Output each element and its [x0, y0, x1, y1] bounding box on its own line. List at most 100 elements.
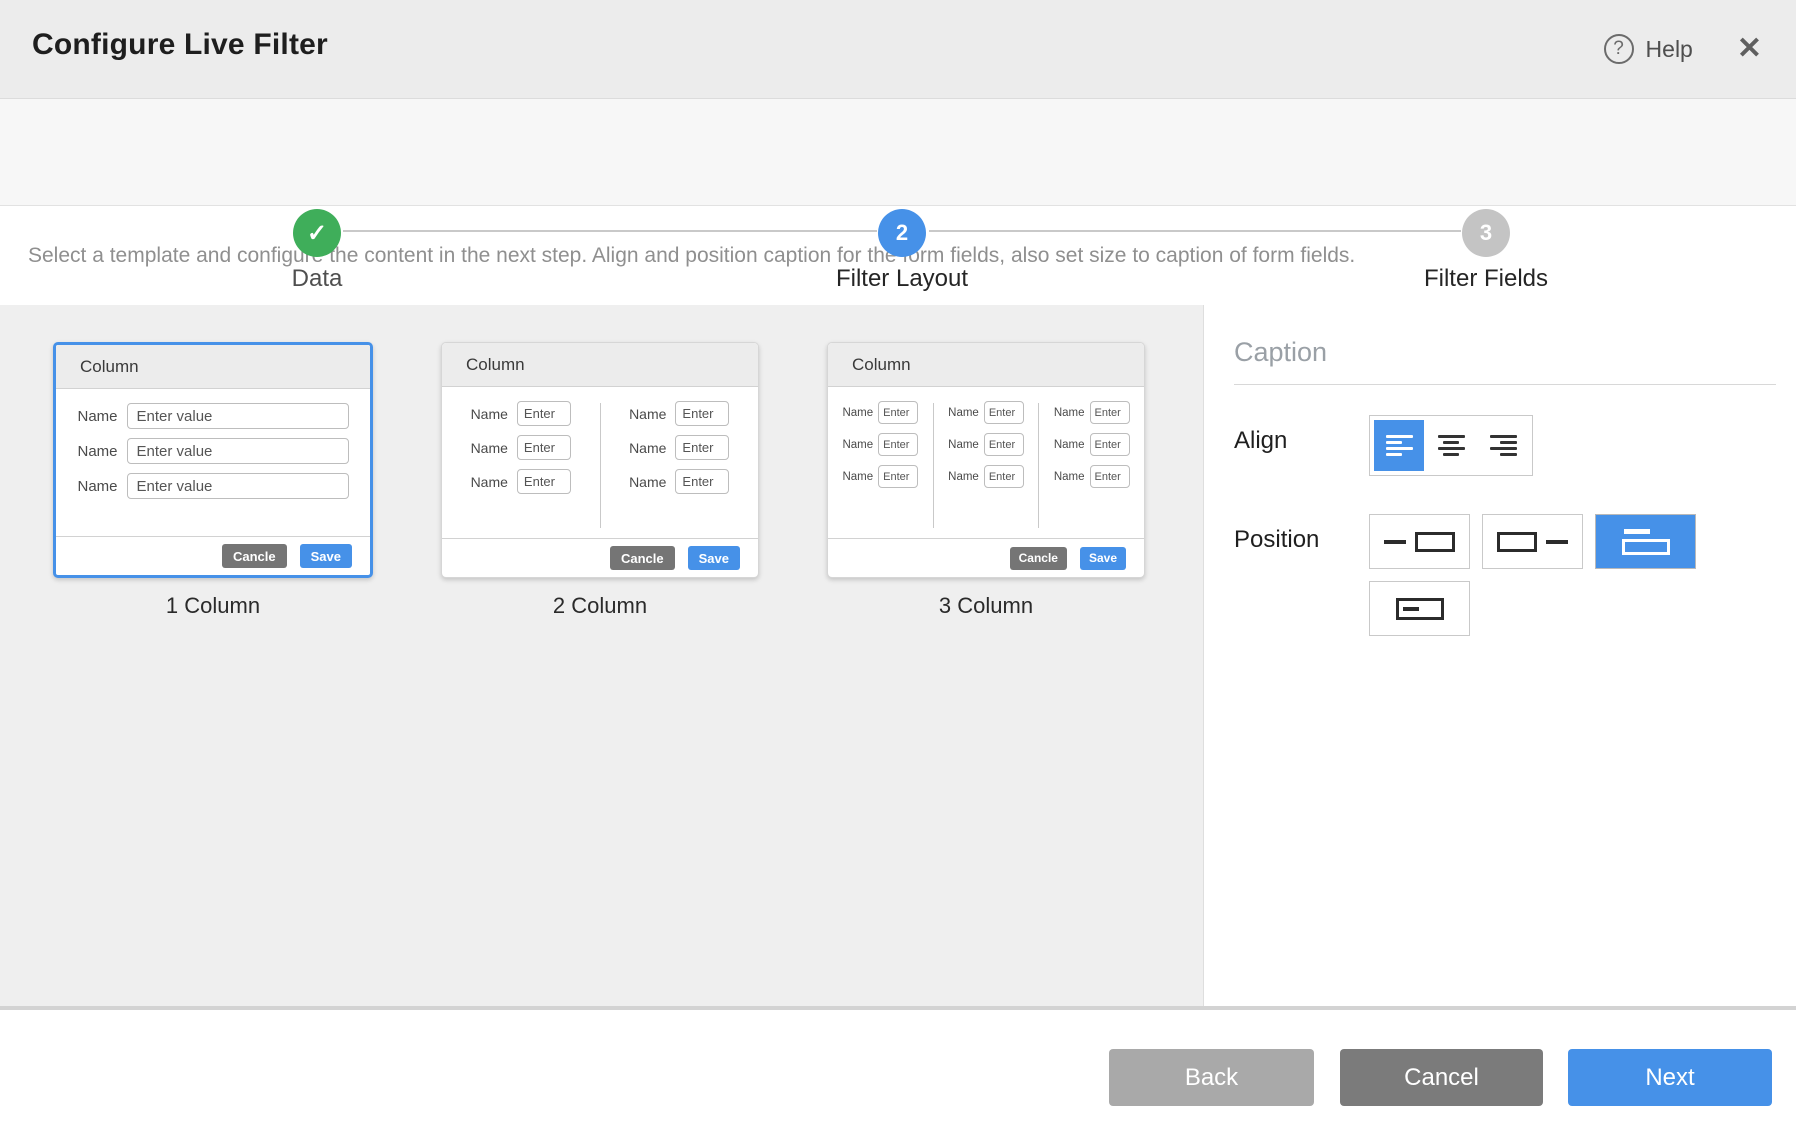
mini-input-preview: Enter [1090, 433, 1130, 456]
mini-input-preview: Enter [878, 401, 918, 424]
mini-input-preview: Enter [517, 435, 571, 460]
mini-input-preview: Enter [517, 401, 571, 426]
mini-save-button: Save [300, 544, 352, 568]
align-center-button[interactable] [1426, 420, 1476, 471]
mini-card-header: Column [828, 343, 1144, 387]
mini-field-label: Name [948, 471, 979, 483]
step-filter-layout-label: Filter Layout [836, 265, 968, 293]
position-caption-left-button[interactable] [1369, 514, 1470, 569]
layout-selection-area: Column Name Enter value Name Enter value… [0, 305, 1796, 1006]
mini-card-footer: Cancle Save [56, 536, 370, 575]
template-label-1-column: 1 Column [166, 593, 260, 619]
help-button[interactable]: ? Help [1604, 34, 1693, 64]
mini-card-header: Column [56, 345, 370, 389]
mini-cancel-button: Cancle [610, 546, 675, 570]
mini-field-label: Name [77, 408, 117, 425]
template-card-1-column[interactable]: Column Name Enter value Name Enter value… [53, 342, 373, 578]
dialog-header: Configure Live Filter ? Help ✕ [0, 0, 1796, 98]
caption-settings-panel: Caption Align Position [1203, 305, 1796, 1006]
mini-input-preview: Enter [984, 401, 1024, 424]
step-description: Select a template and configure the cont… [28, 244, 1355, 268]
check-icon: ✓ [307, 219, 327, 248]
next-button[interactable]: Next [1568, 1049, 1772, 1106]
panel-divider [1234, 384, 1776, 385]
template-label-3-column: 3 Column [939, 593, 1033, 619]
mini-field-label: Name [842, 407, 873, 419]
mini-field-label: Name [629, 406, 666, 422]
caption-inside-field-icon [1396, 598, 1444, 620]
step-data-indicator[interactable]: ✓ [293, 209, 341, 257]
mini-input-preview: Enter [675, 401, 729, 426]
field-rect-icon [1415, 532, 1455, 552]
caption-dash-icon [1384, 540, 1406, 544]
mini-field-label: Name [77, 478, 117, 495]
position-label: Position [1234, 514, 1369, 554]
caption-above-field-icon [1622, 529, 1670, 555]
mini-cancel-button: Cancle [1010, 547, 1067, 570]
mini-form-row: Name Enter value [77, 438, 348, 464]
stepper-connector [343, 230, 877, 232]
mini-field-label: Name [629, 440, 666, 456]
mini-input-preview: Enter [1090, 465, 1130, 488]
step-data-label: Data [292, 265, 343, 293]
mini-form-row: Name Enter value [77, 473, 348, 499]
align-right-button[interactable] [1478, 420, 1528, 471]
template-card-2-column[interactable]: Column Name Enter Name Enter Name Enter Nam… [441, 342, 759, 578]
template-card-3-column[interactable]: Column Name Enter Name Enter Name Enter Nam… [827, 342, 1145, 578]
help-icon: ? [1604, 34, 1634, 64]
wizard-stepper: ✓ 2 3 Data Filter Layout Filter Fields [0, 98, 1796, 206]
mini-cancel-button: Cancle [222, 544, 287, 568]
mini-input-preview: Enter value [127, 438, 349, 464]
mini-field-label: Name [948, 407, 979, 419]
help-label: Help [1646, 36, 1693, 63]
page-title: Configure Live Filter [32, 28, 328, 62]
stepper-connector [929, 230, 1461, 232]
mini-field-label: Name [471, 474, 508, 490]
mini-field-label: Name [77, 443, 117, 460]
position-button-group [1369, 514, 1721, 636]
mini-form-row: Name Enter value [77, 403, 348, 429]
align-right-icon [1490, 435, 1517, 456]
mini-field-label: Name [629, 474, 666, 490]
template-label-2-column: 2 Column [553, 593, 647, 619]
position-caption-inside-button[interactable] [1369, 581, 1470, 636]
mini-field-label: Name [471, 406, 508, 422]
align-left-icon [1386, 435, 1413, 456]
mini-field-label: Name [948, 439, 979, 451]
mini-card-header: Column [442, 343, 758, 387]
mini-input-preview: Enter [1090, 401, 1130, 424]
caption-dash-icon [1546, 540, 1568, 544]
align-label: Align [1234, 415, 1369, 455]
step-filter-fields-indicator[interactable]: 3 [1462, 209, 1510, 257]
align-button-group [1369, 415, 1533, 476]
step-number: 3 [1480, 220, 1492, 246]
align-center-icon [1438, 435, 1465, 456]
mini-input-preview: Enter [984, 433, 1024, 456]
align-left-button[interactable] [1374, 420, 1424, 471]
back-button[interactable]: Back [1109, 1049, 1314, 1106]
dialog-footer: Back Cancel Next [0, 1010, 1796, 1136]
step-filter-layout-indicator[interactable]: 2 [878, 209, 926, 257]
close-icon[interactable]: ✕ [1737, 34, 1762, 64]
mini-field-label: Name [842, 471, 873, 483]
mini-input-preview: Enter [517, 469, 571, 494]
mini-save-button: Save [688, 546, 740, 570]
mini-input-preview: Enter [675, 435, 729, 460]
mini-save-button: Save [1080, 547, 1126, 570]
mini-field-label: Name [1054, 439, 1085, 451]
mini-field-label: Name [471, 440, 508, 456]
mini-field-label: Name [1054, 471, 1085, 483]
mini-card-footer: Cancle Save [828, 538, 1144, 577]
mini-input-preview: Enter [675, 469, 729, 494]
mini-input-preview: Enter value [127, 403, 349, 429]
position-caption-right-button[interactable] [1482, 514, 1583, 569]
mini-input-preview: Enter [878, 433, 918, 456]
mini-field-label: Name [842, 439, 873, 451]
cancel-button[interactable]: Cancel [1340, 1049, 1543, 1106]
step-number: 2 [896, 220, 908, 246]
field-rect-icon [1497, 532, 1537, 552]
position-caption-top-button[interactable] [1595, 514, 1696, 569]
mini-field-label: Name [1054, 407, 1085, 419]
mini-card-footer: Cancle Save [442, 538, 758, 577]
mini-input-preview: Enter [878, 465, 918, 488]
